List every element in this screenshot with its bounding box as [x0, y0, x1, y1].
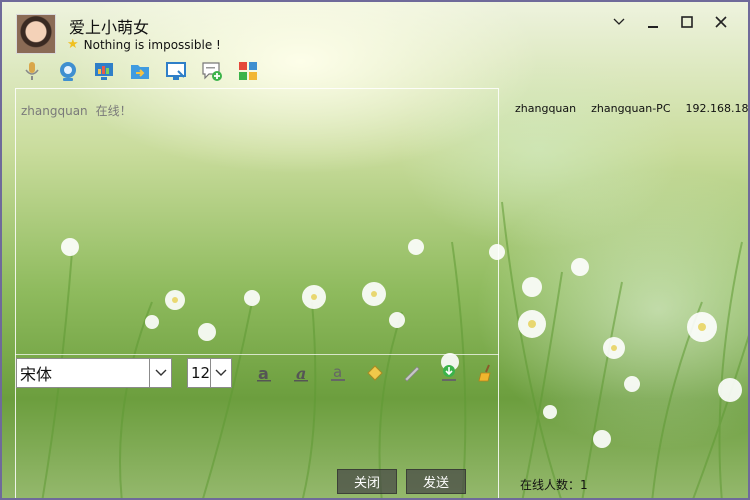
close-button[interactable]: 关闭 — [337, 469, 397, 494]
bold-icon: a — [257, 364, 271, 383]
online-count-value: 1 — [580, 478, 588, 492]
format-tools: a a a — [252, 362, 498, 384]
chat-window: 爱上小萌女 ★ Nothing is impossible ! zhangqua… — [0, 0, 750, 500]
clear-button[interactable] — [474, 362, 498, 384]
font-size-select[interactable]: 12 — [187, 358, 232, 388]
new-chat-button[interactable] — [200, 59, 224, 83]
user-name: zhangquan — [515, 102, 577, 115]
apps-icon — [239, 62, 257, 80]
maximize-icon — [681, 16, 693, 28]
message-text: 在线！ — [95, 104, 132, 118]
font-family-value: 宋体 — [20, 365, 53, 384]
screen-share-icon — [95, 63, 113, 80]
bold-button[interactable]: a — [252, 362, 276, 384]
underline-button[interactable]: a — [326, 362, 350, 384]
screen-share-button[interactable] — [92, 59, 116, 83]
microphone-icon — [25, 62, 39, 80]
user-pc-name: zhangquan-PC — [591, 102, 671, 115]
apps-button[interactable] — [236, 59, 260, 83]
avatar[interactable] — [16, 14, 56, 54]
close-window-button[interactable] — [704, 10, 738, 34]
chat-message: zhangquan 在线！ — [21, 102, 132, 119]
emoji-button[interactable] — [400, 362, 424, 384]
signature-row: ★ Nothing is impossible ! — [67, 37, 221, 53]
italic-button[interactable]: a — [289, 362, 313, 384]
svg-text:a: a — [333, 363, 342, 381]
chat-add-icon — [202, 62, 222, 81]
chevron-down-icon — [155, 369, 166, 376]
video-call-button[interactable] — [56, 59, 80, 83]
remote-desktop-icon — [166, 62, 186, 80]
chevron-down-icon — [613, 18, 625, 25]
font-dropdown-arrow[interactable] — [149, 359, 171, 387]
send-file-button[interactable] — [128, 59, 152, 83]
toolbar — [20, 59, 260, 83]
chat-history-pane[interactable] — [15, 88, 499, 498]
minimize-button[interactable] — [636, 10, 670, 34]
pen-icon — [404, 366, 420, 382]
font-family-select[interactable]: 宋体 — [16, 358, 172, 388]
send-file-icon — [131, 65, 149, 79]
online-count-label: 在线人数： — [520, 478, 581, 492]
user-ip: 192.168.183.1 — [685, 102, 749, 115]
italic-icon: a — [294, 364, 308, 383]
camera-icon — [60, 62, 76, 81]
star-icon: ★ — [67, 37, 79, 52]
broom-icon — [478, 364, 491, 382]
minimize-icon — [648, 26, 658, 28]
message-sender: zhangquan — [21, 104, 88, 118]
underline-icon: a — [331, 363, 345, 381]
window-title: 爱上小萌女 — [69, 18, 150, 37]
color-picker-icon — [367, 365, 383, 381]
close-icon — [715, 16, 727, 28]
maximize-button[interactable] — [670, 10, 704, 34]
signature-text: Nothing is impossible ! — [83, 38, 221, 52]
text-color-button[interactable] — [363, 362, 387, 384]
voice-call-button[interactable] — [20, 59, 44, 83]
dropdown-button[interactable] — [602, 10, 636, 34]
online-count: 在线人数：1 — [520, 476, 588, 493]
size-dropdown-arrow[interactable] — [210, 359, 231, 387]
window-controls — [602, 10, 738, 34]
download-icon — [442, 365, 456, 381]
user-list-row[interactable]: zhangquan zhangquan-PC 192.168.183.1 — [515, 102, 749, 115]
chevron-down-icon — [215, 369, 227, 376]
input-divider — [15, 354, 499, 355]
send-button[interactable]: 发送 — [406, 469, 466, 494]
save-chat-button[interactable] — [437, 362, 461, 384]
remote-desktop-button[interactable] — [164, 59, 188, 83]
font-size-value: 12 — [191, 364, 211, 382]
